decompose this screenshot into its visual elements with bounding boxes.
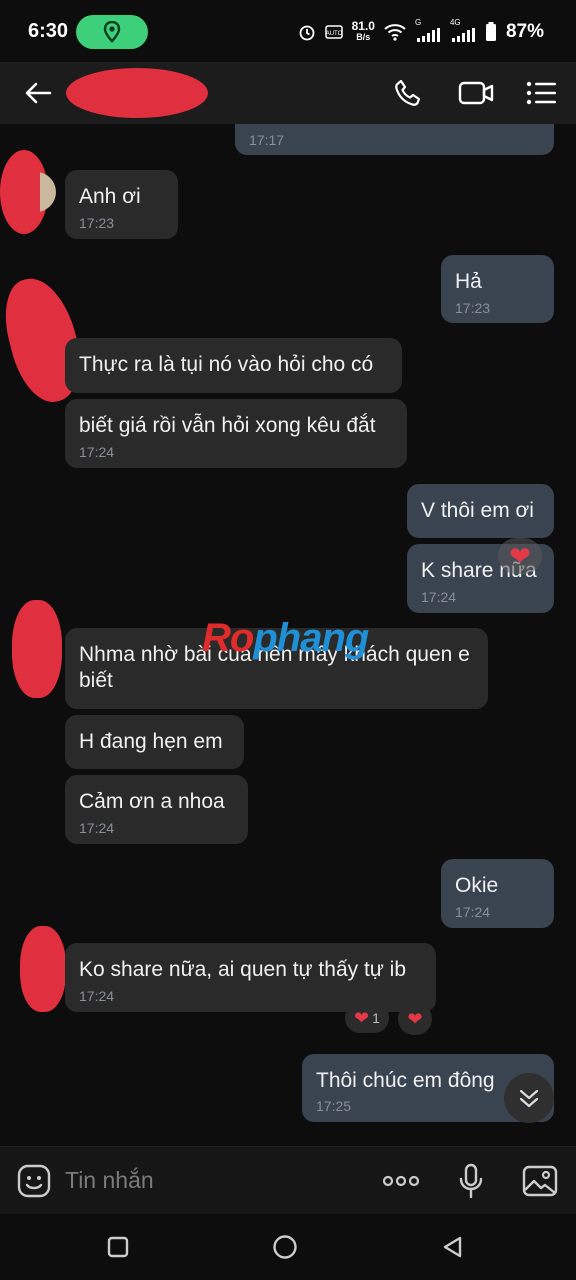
- battery-percent: 87%: [505, 21, 544, 42]
- message-text: Anh ơi: [79, 185, 141, 208]
- add-reaction-button[interactable]: ❤: [398, 1003, 432, 1035]
- avatar-redaction: [20, 926, 66, 1012]
- battery-icon: [485, 22, 496, 41]
- speed-value: 81.0: [351, 19, 375, 33]
- auto-data-icon: AUTO: [324, 25, 343, 39]
- sticker-icon: [17, 1164, 51, 1198]
- message-text: Thực ra là tụi nó vào hỏi cho có: [79, 353, 374, 376]
- heart-icon: ❤: [354, 1008, 370, 1028]
- status-icons: AUTO 81.0 B/s G 4G 87%: [298, 18, 544, 46]
- message-bubble[interactable]: Ko share nữa, ai quen tự thấy tự ib 17:2…: [65, 943, 436, 1012]
- message-input[interactable]: Tin nhắn: [65, 1167, 154, 1194]
- message-reaction[interactable]: ❤: [498, 538, 542, 574]
- recent-apps-button[interactable]: [105, 1234, 131, 1260]
- message-time: 17:23: [79, 215, 115, 231]
- message-time: 17:24: [79, 444, 115, 460]
- network-type-2: 4G: [449, 18, 461, 27]
- square-icon: [107, 1236, 129, 1258]
- message-composer: Tin nhắn: [0, 1146, 576, 1215]
- message-text: Ko share nữa, ai quen tự thấy tự ib: [79, 958, 407, 981]
- message-bubble[interactable]: biết giá rồi vẫn hỏi xong kêu đắt 17:24: [65, 399, 407, 468]
- gallery-button[interactable]: [522, 1161, 558, 1201]
- phone-icon: [395, 79, 421, 106]
- location-indicator: [76, 15, 148, 49]
- heart-icon: ❤: [407, 1009, 423, 1029]
- reaction-count-badge[interactable]: ❤ 1: [345, 1003, 389, 1033]
- status-time: 6:30: [28, 20, 69, 42]
- message-text: V thôi em ơi: [421, 499, 534, 522]
- voice-record-button[interactable]: [458, 1161, 484, 1201]
- message-time: 17:24: [79, 988, 115, 1004]
- reaction-count: 1: [372, 1010, 380, 1026]
- message-bubble[interactable]: V thôi em ơi: [407, 484, 554, 538]
- sticker-button[interactable]: [16, 1161, 52, 1201]
- voice-call-button[interactable]: [390, 75, 426, 111]
- alarm-icon: [299, 25, 315, 41]
- message-time: 17:24: [421, 589, 457, 605]
- watermark-part-2: phang: [253, 616, 369, 660]
- message-text: biết giá rồi vẫn hỏi xong kêu đắt: [79, 414, 376, 437]
- signal-strength-1: G: [415, 18, 441, 42]
- message-text: Cảm ơn a nhoa: [79, 790, 225, 813]
- circle-icon: [273, 1235, 297, 1259]
- video-call-button[interactable]: [458, 75, 494, 111]
- message-bubble[interactable]: Okie 17:24: [441, 859, 554, 928]
- message-bubble[interactable]: Hả 17:23: [441, 255, 554, 323]
- watermark-logo: Rophang: [202, 616, 369, 661]
- scroll-to-bottom-button[interactable]: [504, 1073, 554, 1123]
- video-icon: [458, 81, 494, 105]
- nav-back-button[interactable]: [439, 1234, 465, 1260]
- message-time: 17:23: [455, 300, 491, 316]
- message-text: Hả: [455, 270, 482, 293]
- signal-icon: [416, 28, 440, 42]
- back-button[interactable]: [20, 75, 56, 111]
- location-pin-icon: [103, 21, 121, 43]
- triangle-back-icon: [443, 1236, 462, 1258]
- message-bubble[interactable]: 17:17: [235, 124, 554, 155]
- menu-icon: [526, 81, 556, 105]
- svg-text:AUTO: AUTO: [325, 31, 342, 37]
- message-text: Okie: [455, 874, 499, 897]
- status-bar: 6:30 AUTO 81.0 B/s G 4G 87%: [0, 0, 576, 62]
- message-time: 17:24: [455, 904, 491, 920]
- heart-icon: ❤: [509, 541, 531, 571]
- more-options-button[interactable]: [382, 1161, 420, 1201]
- message-bubble[interactable]: Thực ra là tụi nó vào hỏi cho có: [65, 338, 402, 393]
- back-arrow-icon: [25, 82, 52, 104]
- network-speed: 81.0 B/s: [351, 19, 375, 43]
- home-button[interactable]: [272, 1234, 298, 1260]
- avatar-redaction: [12, 600, 62, 698]
- chat-header: [0, 62, 576, 124]
- message-bubble[interactable]: Cảm ơn a nhoa 17:24: [65, 775, 248, 844]
- system-navigation-bar: [0, 1214, 576, 1280]
- watermark-part-1: Ro: [202, 616, 254, 660]
- image-icon: [522, 1165, 558, 1197]
- contact-name-redaction: [66, 68, 208, 118]
- double-chevron-down-icon: [519, 1089, 539, 1108]
- message-bubble[interactable]: Anh ơi 17:23: [65, 170, 178, 239]
- message-text: H đang hẹn em: [79, 730, 223, 753]
- chat-menu-button[interactable]: [524, 75, 560, 111]
- microphone-icon: [459, 1163, 483, 1199]
- signal-strength-2: 4G: [450, 18, 476, 42]
- message-bubble[interactable]: H đang hẹn em: [65, 715, 244, 769]
- speed-unit: B/s: [356, 32, 371, 42]
- message-time: 17:25: [316, 1098, 352, 1114]
- wifi-icon: [384, 24, 406, 41]
- message-time: 17:24: [79, 820, 115, 836]
- message-text: Thôi chúc em đông: [316, 1069, 495, 1092]
- message-time: 17:17: [249, 132, 285, 148]
- signal-icon: [451, 28, 475, 42]
- network-type-1: G: [414, 18, 422, 27]
- more-horizontal-icon: [382, 1175, 420, 1187]
